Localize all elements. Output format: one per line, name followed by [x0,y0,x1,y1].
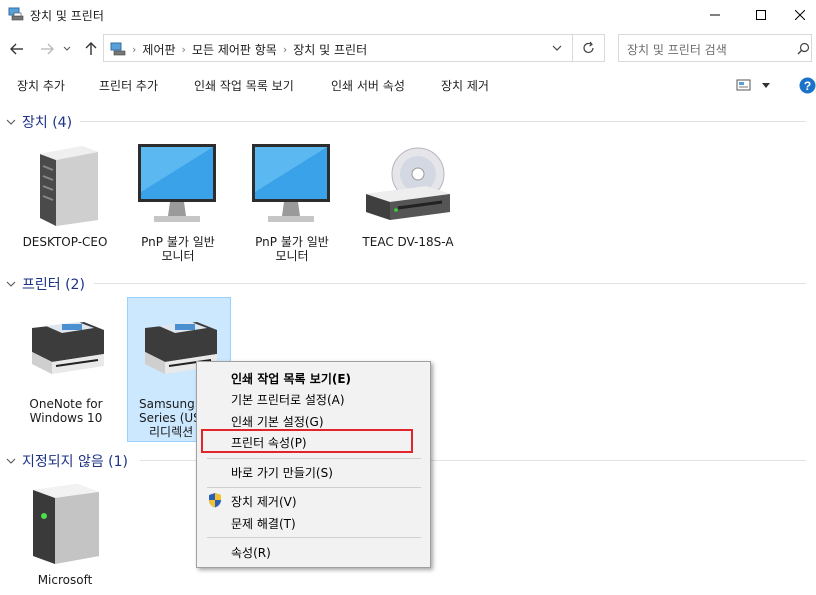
breadcrumb: › 제어판 › 모든 제어판 항목 › 장치 및 프린터 [132,41,367,58]
group-title-devices: 장치 (4) [22,115,73,131]
storage-device-icon [33,484,99,564]
see-print-queue-button[interactable]: 인쇄 작업 목록 보기 [194,77,294,94]
menu-item-create-shortcut[interactable]: 바로 가기 만들기(S) [231,464,333,481]
menu-separator [207,537,421,538]
window-title: 장치 및 프린터 [30,9,104,23]
add-device-button[interactable]: 장치 추가 [17,77,65,94]
printer-label: Windows 10 [29,411,103,425]
arrow-right-icon [41,43,54,55]
minimize-icon [710,14,720,16]
computer-tower-icon [40,146,98,226]
printer-tile-onenote[interactable]: OneNote for Windows 10 [14,300,118,430]
group-title-unspecified: 지정되지 않음 (1) [22,454,129,470]
menu-item-remove-device[interactable]: 장치 제거(V) [231,493,297,510]
search-icon[interactable] [797,42,810,55]
menu-separator [207,487,421,488]
unspecified-tile-microsoft[interactable]: Microsoft [13,478,117,590]
device-label: PnP 불가 일반 [141,235,215,249]
group-divider [80,121,806,122]
chevron-down-icon [63,46,71,51]
device-label: PnP 불가 일반 [255,235,329,249]
help-icon[interactable]: ? [799,77,816,94]
remove-device-button[interactable]: 장치 제거 [441,77,489,94]
device-label: 모니터 [275,249,309,263]
group-title-printers: 프린터 (2) [22,277,85,293]
menu-item-set-default-printer[interactable]: 기본 프린터로 설정(A) [231,391,345,408]
forward-button[interactable] [38,41,56,57]
back-button[interactable] [8,41,26,57]
device-label: TEAC DV-18S-A [362,235,454,249]
title-bar: 장치 및 프린터 [0,0,816,30]
close-button[interactable] [784,0,816,30]
address-divider [572,35,573,61]
context-menu: 인쇄 작업 목록 보기(E) 기본 프린터로 설정(A) 인쇄 기본 설정(G)… [196,361,431,568]
search-input[interactable]: 장치 및 프린터 검색 [627,41,727,58]
chevron-down-icon [6,281,16,287]
device-label: DESKTOP-CEO [22,235,108,249]
uac-shield-icon [209,493,221,508]
group-divider [94,283,806,284]
chevron-down-icon [6,458,16,464]
device-label: 모니터 [161,249,195,263]
breadcrumb-devices-printers[interactable]: 장치 및 프린터 [293,41,367,58]
chevron-down-icon [762,83,770,88]
group-header-unspecified[interactable]: 지정되지 않음 (1) [6,451,128,471]
device-tile-dvd-drive[interactable]: TEAC DV-18S-A [356,140,460,250]
menu-item-troubleshoot[interactable]: 문제 해결(T) [231,515,296,532]
minimize-button[interactable] [692,0,738,30]
arrow-up-icon [85,42,97,55]
search-box[interactable]: 장치 및 프린터 검색 [618,34,812,62]
breadcrumb-all-items[interactable]: 모든 제어판 항목 [192,41,277,58]
dvd-drive-icon [366,147,450,220]
refresh-icon[interactable] [582,41,596,55]
menu-item-printer-properties[interactable]: 프린터 속성(P) [231,434,307,451]
recent-locations-button[interactable] [62,41,72,57]
monitor-icon [252,144,330,222]
device-tile-monitor-1[interactable]: PnP 불가 일반 모니터 [126,140,230,264]
close-icon [795,10,805,20]
printer-label: OneNote for [29,397,103,411]
menu-item-see-print-queue[interactable]: 인쇄 작업 목록 보기(E) [231,370,351,387]
menu-separator [207,458,421,459]
chevron-down-icon [6,119,16,125]
menu-item-properties[interactable]: 속성(R) [231,544,271,561]
breadcrumb-separator-icon: › [181,43,186,56]
device-label: Microsoft [37,573,93,587]
control-panel-icon [110,42,126,56]
device-tile-desktop[interactable]: DESKTOP-CEO [13,140,117,250]
view-options-icon [736,79,751,91]
breadcrumb-separator-icon: › [132,43,137,56]
breadcrumb-control-panel[interactable]: 제어판 [142,41,175,58]
breadcrumb-separator-icon: › [282,43,288,56]
print-server-properties-button[interactable]: 인쇄 서버 속성 [331,77,405,94]
devices-printers-icon [8,7,24,21]
up-button[interactable] [82,41,100,57]
menu-item-printing-preferences[interactable]: 인쇄 기본 설정(G) [231,413,324,430]
group-header-printers[interactable]: 프린터 (2) [6,274,85,294]
maximize-icon [756,10,766,20]
address-dropdown-icon[interactable] [552,45,562,52]
device-tile-monitor-2[interactable]: PnP 불가 일반 모니터 [240,140,344,264]
monitor-icon [138,144,216,222]
view-options-button[interactable] [736,78,772,94]
group-header-devices[interactable]: 장치 (4) [6,112,72,132]
printer-icon [32,322,104,374]
arrow-left-icon [10,43,23,55]
maximize-button[interactable] [738,0,784,30]
add-printer-button[interactable]: 프린터 추가 [99,77,158,94]
command-bar: 장치 추가 프린터 추가 인쇄 작업 목록 보기 인쇄 서버 속성 장치 제거 … [0,72,816,102]
address-bar[interactable]: › 제어판 › 모든 제어판 항목 › 장치 및 프린터 [103,34,605,62]
svg-text:?: ? [804,79,811,93]
